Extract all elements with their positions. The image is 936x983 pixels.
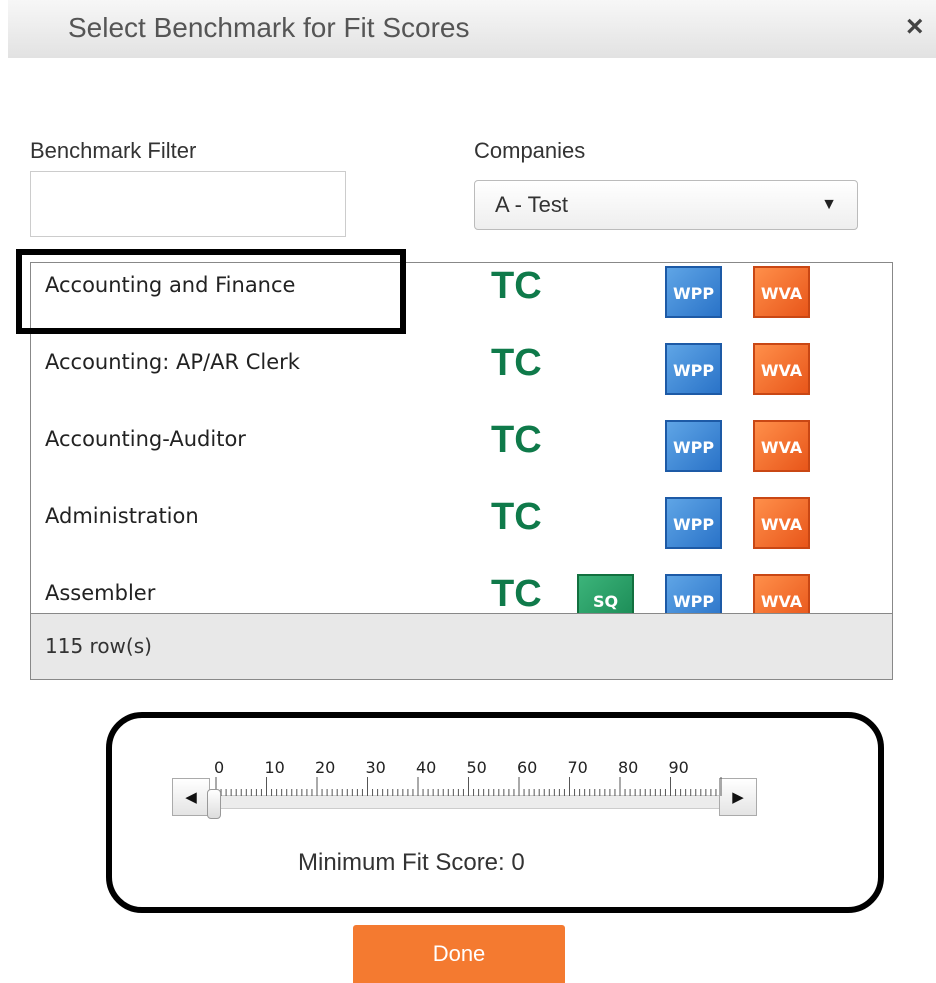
tick-label: 20 (315, 758, 336, 777)
done-button[interactable]: Done (353, 925, 565, 983)
tick-label: 10 (264, 758, 285, 777)
tick-label: 70 (567, 758, 588, 777)
tick-label: 30 (365, 758, 386, 777)
minimum-fit-score-label: Minimum Fit Score: 0 (298, 849, 525, 876)
tick-label: 90 (668, 758, 689, 777)
tick-label: 60 (517, 758, 538, 777)
slider-ticks (215, 777, 722, 796)
tick-label: 80 (618, 758, 639, 777)
tick-label: 50 (466, 758, 487, 777)
tick-label: 0 (214, 758, 225, 777)
slider-thumb[interactable] (207, 789, 221, 819)
tick-label: 40 (416, 758, 437, 777)
